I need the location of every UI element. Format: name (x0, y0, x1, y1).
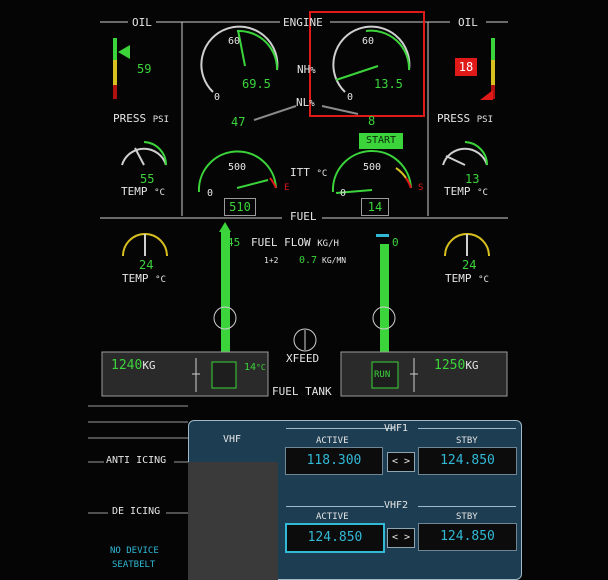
left-nh-scale-60: 60 (228, 36, 241, 47)
vhf1-active-frequency[interactable]: 118.300 (285, 447, 383, 475)
temp-label: TEMP (121, 185, 148, 198)
right-itt-scale-500: 500 (363, 162, 382, 173)
temp-unit: °C (154, 188, 165, 198)
oil-right-press-value-warning: 18 (455, 58, 477, 76)
right-itt-s-mark: S (418, 183, 424, 193)
vhf1-rule-right (418, 428, 516, 429)
engine-title: ENGINE (283, 16, 323, 29)
left-itt-scale-0: 0 (207, 188, 214, 199)
de-icing-menu-item[interactable]: DE ICING (112, 506, 160, 517)
oil-left-title: OIL (132, 16, 152, 29)
tank-temp-unit: °C (256, 363, 266, 372)
temp-unit: °C (478, 275, 489, 285)
right-tank-unit: KG (465, 359, 479, 372)
fuel-right-temp-value: 24 (462, 258, 477, 272)
itt-text: ITT (290, 166, 310, 179)
right-itt-value: 14 (361, 198, 389, 216)
vhf2-label: VHF2 (384, 500, 409, 511)
right-nh-scale-0: 0 (347, 92, 354, 103)
vhf2-stby-label: STBY (456, 512, 478, 522)
oil-right-press-label: PRESS PSI (437, 112, 493, 125)
temp-label: TEMP (445, 272, 472, 285)
oil-right-temp-label: TEMP °C (444, 185, 488, 198)
right-tank-quantity: 1250KG (434, 358, 479, 373)
no-device-status: NO DEVICE (110, 546, 159, 556)
left-nh-scale-0: 0 (214, 92, 221, 103)
press-label: PRESS (113, 112, 147, 125)
run-indicator[interactable]: RUN (374, 370, 390, 380)
vhf1-swap-button[interactable]: < > (387, 452, 415, 472)
fuel-flow-sum-value: 0.7 (299, 255, 318, 266)
vhf-side-block (188, 462, 278, 580)
right-fuel-flow-value: 0 (392, 236, 399, 249)
left-nl-value: 47 (231, 115, 246, 129)
oil-left-press-value: 59 (137, 62, 152, 76)
itt-label: ITT °C (290, 166, 327, 179)
psi-unit: PSI (476, 115, 494, 125)
right-nh-value: 13.5 (374, 77, 403, 91)
vhf2-rule-right (418, 506, 516, 507)
psi-unit: PSI (152, 115, 170, 125)
vhf2-active-label: ACTIVE (316, 512, 349, 522)
vhf1-label: VHF1 (384, 423, 409, 434)
left-tank-quantity: 1240KG (111, 358, 156, 373)
nh-label: NH% (297, 63, 316, 76)
vhf1-active-label: ACTIVE (316, 436, 349, 446)
right-tank-value: 1250 (434, 358, 466, 373)
nh-unit: % (310, 66, 316, 76)
tank-temp: 14°C (244, 362, 266, 373)
fuel-title: FUEL (290, 210, 317, 223)
vhf-panel-title: VHF (223, 434, 242, 445)
fuel-right-temp-label: TEMP °C (445, 272, 489, 285)
oil-left-temp-value: 55 (140, 172, 155, 186)
left-tank-value: 1240 (111, 358, 143, 373)
fuel-flow-sum-unit: KG/MN (322, 256, 347, 265)
left-nh-value: 69.5 (242, 77, 271, 91)
left-itt-scale-500: 500 (228, 162, 247, 173)
vhf2-active-frequency[interactable]: 124.850 (285, 523, 385, 553)
vhf1-stby-label: STBY (456, 436, 478, 446)
right-nh-scale-60: 60 (362, 36, 375, 47)
right-itt-scale-0: 0 (340, 188, 347, 199)
oil-right-temp-value: 13 (465, 172, 480, 186)
left-itt-value: 510 (224, 198, 256, 216)
xfeed-label: XFEED (286, 352, 320, 365)
oil-right-title: OIL (458, 16, 478, 29)
nl-label: NL% (296, 96, 315, 109)
fuel-flow-unit: KG/H (317, 239, 339, 249)
nl-text: NL (296, 96, 310, 109)
left-fuel-flow-value: 45 (227, 236, 241, 249)
nh-text: NH (297, 63, 311, 76)
seatbelt-status: SEATBELT (112, 560, 156, 570)
temp-unit: °C (155, 275, 166, 285)
vhf1-standby-frequency[interactable]: 124.850 (418, 447, 517, 475)
press-label: PRESS (437, 112, 471, 125)
temp-unit: °C (477, 188, 488, 198)
fuel-left-temp-label: TEMP °C (122, 272, 166, 285)
fuel-left-temp-value: 24 (139, 258, 154, 272)
vhf2-swap-button[interactable]: < > (387, 528, 415, 548)
fuel-flow-sum-label: 1+2 (264, 256, 279, 265)
start-indicator[interactable]: START (359, 133, 403, 149)
vhf2-rule-left (286, 506, 384, 507)
fuel-flow-label: FUEL FLOW KG/H (251, 236, 339, 249)
vhf1-rule-left (286, 428, 394, 429)
left-tank-unit: KG (142, 359, 156, 372)
vhf2-standby-frequency[interactable]: 124.850 (418, 523, 517, 551)
temp-label: TEMP (122, 272, 149, 285)
itt-unit: °C (316, 169, 328, 179)
fuel-flow-text: FUEL FLOW (251, 236, 311, 249)
oil-left-press-label: PRESS PSI (113, 112, 169, 125)
anti-icing-menu-item[interactable]: ANTI ICING (106, 455, 166, 466)
tank-temp-value: 14 (244, 362, 257, 373)
left-itt-e-mark: E (284, 183, 290, 193)
nl-unit: % (309, 99, 315, 109)
oil-left-temp-label: TEMP °C (121, 185, 165, 198)
right-nl-value: 8 (368, 114, 376, 128)
temp-label: TEMP (444, 185, 471, 198)
fuel-tank-label: FUEL TANK (272, 385, 332, 398)
